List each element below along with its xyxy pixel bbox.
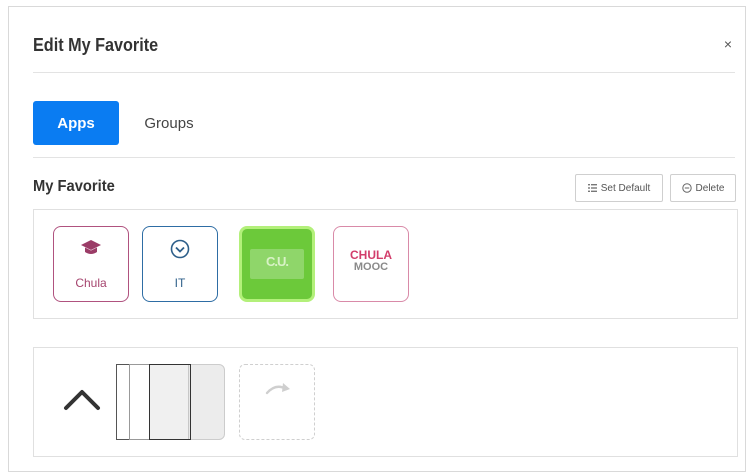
modal-title: Edit My Favorite — [33, 35, 159, 55]
delete-button[interactable]: Delete — [670, 174, 736, 202]
set-default-label: Set Default — [600, 182, 651, 194]
edit-favorite-modal: Edit My Favorite × Apps Groups My Favori… — [8, 6, 746, 472]
cu-logo-text: C.U. — [266, 253, 289, 269]
tab-groups[interactable]: Groups — [119, 101, 219, 145]
header-divider — [33, 72, 735, 73]
app-tile-it[interactable]: IT — [142, 226, 218, 302]
redo-icon — [265, 383, 290, 395]
chevron-circle-down-icon — [170, 239, 190, 259]
drop-placeholder-tile[interactable] — [239, 364, 315, 440]
list-icon — [587, 184, 597, 192]
cu-logo: C.U. — [250, 249, 304, 279]
app-tile-cu[interactable]: C.U. — [239, 226, 315, 302]
mooc-logo-line2: MOOC — [353, 261, 389, 273]
graduation-cap-icon — [81, 240, 101, 254]
app-label: Chula — [75, 276, 107, 290]
cu-logo-subtext — [276, 268, 277, 274]
chevron-up-icon[interactable] — [62, 386, 102, 412]
app-tile-chula[interactable]: Chula — [53, 226, 129, 302]
set-default-button[interactable]: Set Default — [575, 174, 663, 202]
chula-mooc-logo: CHULA MOOC — [334, 249, 408, 273]
tab-bar: Apps Groups — [33, 101, 219, 145]
drop-zone-panel — [33, 347, 738, 457]
app-label: IT — [174, 276, 186, 290]
tab-apps[interactable]: Apps — [33, 101, 119, 145]
mooc-logo-line1: CHULA — [350, 248, 392, 262]
tabs-divider — [33, 157, 735, 158]
dragging-tile-outline[interactable] — [149, 364, 191, 440]
section-title: My Favorite — [33, 178, 115, 195]
modal-header: Edit My Favorite × — [9, 7, 745, 73]
minus-circle-icon — [681, 183, 692, 193]
close-icon[interactable]: × — [721, 37, 735, 51]
delete-label: Delete — [695, 182, 725, 194]
favorite-apps-panel: Chula IT C.U. CHULA MOOC — [33, 209, 738, 319]
app-tile-chula-mooc[interactable]: CHULA MOOC — [333, 226, 409, 302]
